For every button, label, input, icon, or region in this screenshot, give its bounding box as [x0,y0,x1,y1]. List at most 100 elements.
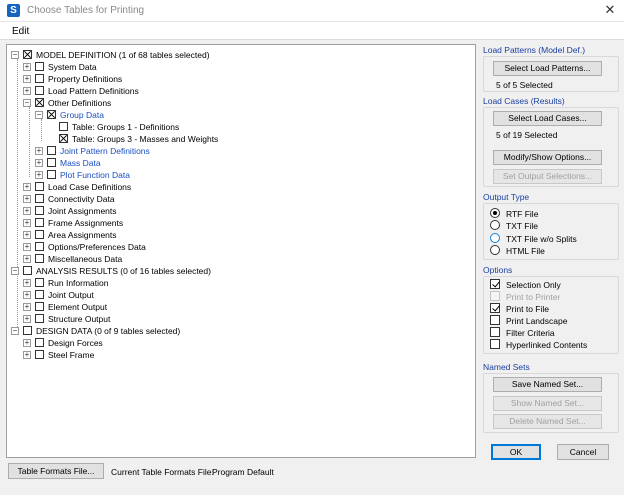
print-to-printer-checkbox[interactable] [490,291,500,301]
load-cases-status: 5 of 19 Selected [496,130,558,140]
system-data-checkbox[interactable] [35,62,44,71]
modify-show-options-button[interactable]: Modify/Show Options... [493,150,602,165]
frame-assignments-label: Frame Assignments [48,218,124,228]
plot-function-data-checkbox[interactable] [47,170,56,179]
miscellaneous-data-label: Miscellaneous Data [48,254,123,264]
expand-icon[interactable]: + [23,195,31,203]
hyperlinked-contents-checkbox[interactable] [490,339,500,349]
load-patterns-group-label: Load Patterns (Model Def.) [483,45,586,55]
cancel-button[interactable]: Cancel [557,444,609,460]
expand-icon[interactable]: + [35,159,43,167]
run-information-label: Run Information [48,278,109,288]
delete-named-set-button[interactable]: Delete Named Set... [493,414,602,429]
tree-guide-line [29,107,30,177]
expand-icon[interactable]: + [23,207,31,215]
expand-icon[interactable]: + [23,351,31,359]
collapse-icon[interactable]: − [11,327,19,335]
table-formats-file-button[interactable]: Table Formats File... [8,463,104,479]
collapse-icon[interactable]: − [11,51,19,59]
options-group-label: Options [483,265,513,275]
expand-icon[interactable]: + [23,63,31,71]
print-landscape-checkbox[interactable] [490,315,500,325]
set-output-selections-button[interactable]: Set Output Selections... [493,169,602,184]
collapse-icon[interactable]: − [35,111,43,119]
design-forces-checkbox[interactable] [35,338,44,347]
filter-criteria-checkbox[interactable] [490,327,500,337]
close-icon[interactable]: ✕ [602,2,618,18]
structure-output-label: Structure Output [48,314,111,324]
print-landscape-label: Print Landscape [506,316,568,326]
named-sets-group-label: Named Sets [483,362,530,372]
output-type-group [483,203,619,260]
other-definitions-checkbox[interactable] [35,98,44,107]
table-groups1-checkbox[interactable] [59,122,68,131]
group-data-checkbox[interactable] [47,110,56,119]
area-assignments-checkbox[interactable] [35,230,44,239]
table-tree[interactable]: − MODEL DEFINITION (1 of 68 tables selec… [6,44,476,458]
rtf-file-radio[interactable] [490,208,500,218]
expand-icon[interactable]: + [23,243,31,251]
expand-icon[interactable]: + [23,339,31,347]
expand-icon[interactable]: + [35,171,43,179]
expand-icon[interactable]: + [23,183,31,191]
show-named-set-button[interactable]: Show Named Set... [493,396,602,411]
connectivity-data-checkbox[interactable] [35,194,44,203]
options-preferences-data-label: Options/Preferences Data [48,242,146,252]
expand-icon[interactable]: + [23,87,31,95]
expand-icon[interactable]: + [23,255,31,263]
analysis-results-checkbox[interactable] [23,266,32,275]
plot-function-data-label: Plot Function Data [60,170,130,180]
txt-file-radio[interactable] [490,220,500,230]
selection-only-checkbox[interactable] [490,279,500,289]
html-file-label: HTML File [506,246,545,256]
mass-data-checkbox[interactable] [47,158,56,167]
table-groups3-checkbox[interactable] [59,134,68,143]
save-named-set-button[interactable]: Save Named Set... [493,377,602,392]
property-definitions-checkbox[interactable] [35,74,44,83]
collapse-icon[interactable]: − [11,267,19,275]
group-data-label: Group Data [60,110,104,120]
ok-button[interactable]: OK [491,444,541,460]
design-data-checkbox[interactable] [23,326,32,335]
current-formats-label: Current Table Formats File: [111,467,214,477]
print-to-file-checkbox[interactable] [490,303,500,313]
miscellaneous-data-checkbox[interactable] [35,254,44,263]
design-forces-label: Design Forces [48,338,103,348]
joint-pattern-definitions-checkbox[interactable] [47,146,56,155]
txt-file-no-splits-label: TXT File w/o Splits [506,234,577,244]
collapse-icon[interactable]: − [23,99,31,107]
html-file-radio[interactable] [490,245,500,255]
joint-output-checkbox[interactable] [35,290,44,299]
expand-icon[interactable]: + [23,219,31,227]
model-definition-checkbox[interactable] [23,50,32,59]
expand-icon[interactable]: + [35,147,43,155]
window-title: Choose Tables for Printing [27,5,145,16]
hyperlinked-contents-label: Hyperlinked Contents [506,340,588,350]
txt-file-label: TXT File [506,221,538,231]
property-definitions-label: Property Definitions [48,74,123,84]
expand-icon[interactable]: + [23,291,31,299]
joint-assignments-checkbox[interactable] [35,206,44,215]
menu-edit[interactable]: Edit [12,26,29,37]
selection-only-label: Selection Only [506,280,561,290]
load-pattern-definitions-checkbox[interactable] [35,86,44,95]
frame-assignments-checkbox[interactable] [35,218,44,227]
element-output-checkbox[interactable] [35,302,44,311]
txt-file-no-splits-radio[interactable] [490,233,500,243]
load-case-definitions-checkbox[interactable] [35,182,44,191]
options-preferences-data-checkbox[interactable] [35,242,44,251]
structure-output-checkbox[interactable] [35,314,44,323]
design-data-label: DESIGN DATA (0 of 9 tables selected) [36,326,181,336]
select-load-cases-button[interactable]: Select Load Cases... [493,111,602,126]
steel-frame-checkbox[interactable] [35,350,44,359]
expand-icon[interactable]: + [23,279,31,287]
load-patterns-status: 5 of 5 Selected [496,80,553,90]
expand-icon[interactable]: + [23,75,31,83]
joint-assignments-label: Joint Assignments [48,206,117,216]
expand-icon[interactable]: + [23,303,31,311]
expand-icon[interactable]: + [23,315,31,323]
expand-icon[interactable]: + [23,231,31,239]
run-information-checkbox[interactable] [35,278,44,287]
output-type-group-label: Output Type [483,192,530,202]
select-load-patterns-button[interactable]: Select Load Patterns... [493,61,602,76]
